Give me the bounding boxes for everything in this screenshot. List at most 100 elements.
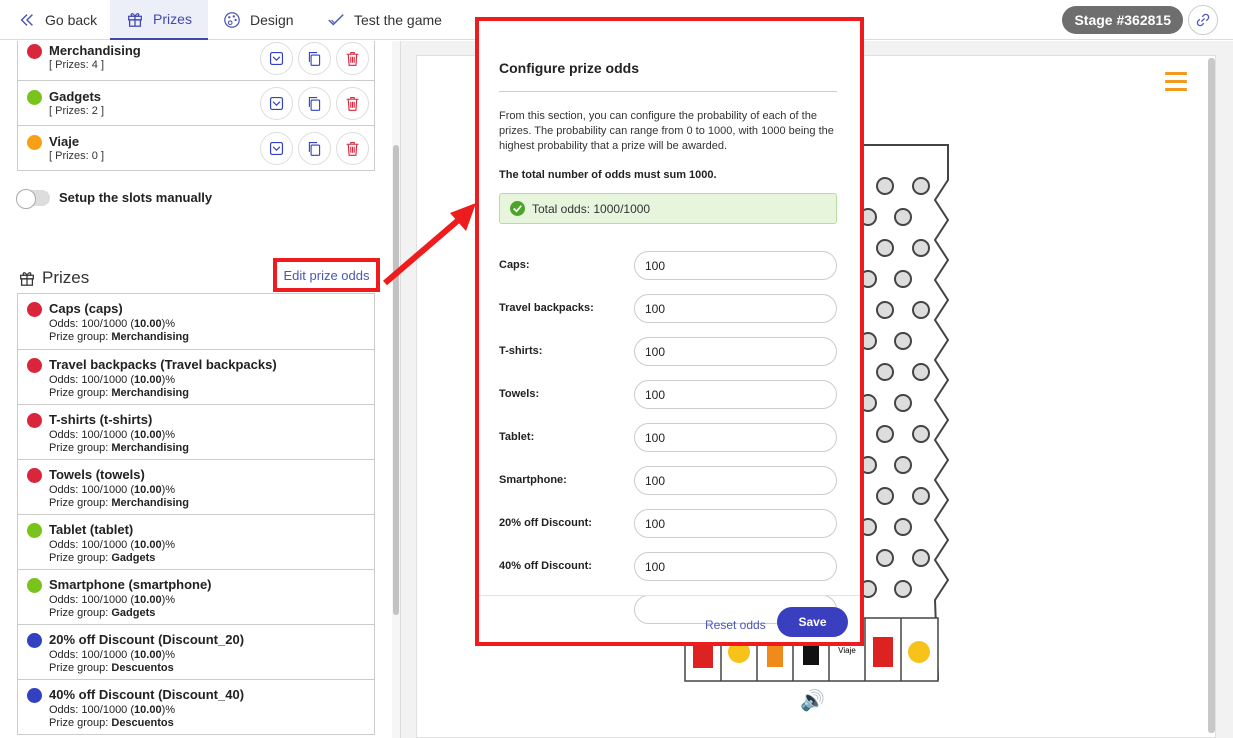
go-back-button[interactable]: Go back xyxy=(18,0,97,40)
reset-odds-button[interactable]: Reset odds xyxy=(705,618,766,632)
prize-row[interactable]: Smartphone (smartphone) Odds: 100/1000 (1… xyxy=(18,569,374,624)
prize-odds: Odds: 100/1000 (10.00)% xyxy=(49,594,176,606)
odds-value: 100/1000 xyxy=(81,374,128,386)
delete-group-button[interactable] xyxy=(336,42,369,75)
odds-value: 100/1000 xyxy=(81,594,128,606)
prize-odds: Odds: 100/1000 (10.00)% xyxy=(49,318,176,330)
edit-group-button[interactable] xyxy=(260,42,293,75)
plinko-peg xyxy=(894,580,912,598)
setup-slots-toggle[interactable] xyxy=(16,189,50,209)
link-button[interactable] xyxy=(1188,5,1218,35)
prize-odds: Odds: 100/1000 (10.00)% xyxy=(49,484,176,496)
plinko-peg xyxy=(876,549,894,567)
group-value: Descuentos xyxy=(111,717,174,729)
prize-row[interactable]: T-shirts (t-shirts) Odds: 100/1000 (10.00… xyxy=(18,404,374,459)
slot-prize-red-can xyxy=(873,637,893,667)
prize-color-dot xyxy=(27,358,42,373)
go-back-label: Go back xyxy=(45,12,98,28)
double-chevron-left-icon xyxy=(20,14,33,26)
odds-prefix: Odds: xyxy=(49,484,79,496)
duplicate-group-button[interactable] xyxy=(298,42,331,75)
prize-color-dot xyxy=(27,523,42,538)
odds-percent: 10.00 xyxy=(134,594,162,606)
prizes-title-text: Prizes xyxy=(42,268,90,287)
configure-odds-modal: Configure prize odds From this section, … xyxy=(475,17,864,646)
modal-description: From this section, you can configure the… xyxy=(499,110,834,152)
odds-row: Tablet: xyxy=(499,423,837,453)
group-value: Merchandising xyxy=(111,442,189,454)
plinko-peg xyxy=(912,301,930,319)
plinko-peg xyxy=(876,301,894,319)
odds-input[interactable] xyxy=(634,509,837,538)
group-row: Gadgets [ Prizes: 2 ] xyxy=(18,80,374,125)
odds-prefix: Odds: xyxy=(49,594,79,606)
odds-input[interactable] xyxy=(634,466,837,495)
prize-group: Prize group: Gadgets xyxy=(49,607,155,619)
tab-prizes[interactable]: Prizes xyxy=(110,0,208,40)
trash-icon xyxy=(346,96,359,111)
edit-group-button[interactable] xyxy=(260,87,293,120)
group-color-dot xyxy=(27,90,42,105)
speaker-icon[interactable]: 🔊 xyxy=(800,688,825,713)
preview-scrollbar[interactable] xyxy=(1208,58,1215,733)
save-button[interactable]: Save xyxy=(777,607,848,637)
odds-row: Travel backpacks: xyxy=(499,294,837,324)
odds-label: Caps: xyxy=(499,259,530,271)
delete-group-button[interactable] xyxy=(336,132,369,165)
prize-group: Prize group: Descuentos xyxy=(49,717,174,729)
odds-prefix: Odds: xyxy=(49,374,79,386)
group-prefix: Prize group: xyxy=(49,717,109,729)
odds-input[interactable] xyxy=(634,251,837,280)
prize-group: Prize group: Gadgets xyxy=(49,552,155,564)
odds-label: Tablet: xyxy=(499,431,535,443)
group-prefix: Prize group: xyxy=(49,607,109,619)
group-prefix: Prize group: xyxy=(49,662,109,674)
odds-input[interactable] xyxy=(634,337,837,366)
prize-row[interactable]: Towels (towels) Odds: 100/1000 (10.00)% Pr… xyxy=(18,459,374,514)
prize-odds: Odds: 100/1000 (10.00)% xyxy=(49,429,176,441)
prize-row[interactable]: Tablet (tablet) Odds: 100/1000 (10.00)% Pr… xyxy=(18,514,374,569)
odds-label: Smartphone: xyxy=(499,474,567,486)
plinko-peg xyxy=(912,487,930,505)
prize-group: Prize group: Merchandising xyxy=(49,442,189,454)
group-prefix: Prize group: xyxy=(49,497,109,509)
tab-test-game[interactable]: Test the game xyxy=(327,0,442,40)
odds-input[interactable] xyxy=(634,294,837,323)
edit-prize-odds-link[interactable]: Edit prize odds xyxy=(273,258,380,292)
chevron-down-box-icon xyxy=(269,141,284,156)
odds-row: Smartphone: xyxy=(499,466,837,496)
duplicate-group-button[interactable] xyxy=(298,87,331,120)
odds-prefix: Odds: xyxy=(49,539,79,551)
group-value: Gadgets xyxy=(111,552,156,564)
modal-footer-divider xyxy=(479,595,860,596)
odds-input[interactable] xyxy=(634,552,837,581)
tab-design[interactable]: Design xyxy=(223,0,294,40)
plinko-peg xyxy=(876,363,894,381)
stage-badge[interactable]: Stage #362815 xyxy=(1062,6,1183,34)
odds-percent: 10.00 xyxy=(134,374,162,386)
prize-group: Prize group: Descuentos xyxy=(49,662,174,674)
plinko-peg xyxy=(894,270,912,288)
edit-group-button[interactable] xyxy=(260,132,293,165)
trash-icon xyxy=(346,51,359,66)
prize-odds: Odds: 100/1000 (10.00)% xyxy=(49,704,176,716)
prize-row[interactable]: 20% off Discount (Discount_20) Odds: 100/… xyxy=(18,624,374,679)
odds-label: T-shirts: xyxy=(499,345,543,357)
odds-percent: 10.00 xyxy=(134,704,162,716)
odds-row: 40% off Discount: xyxy=(499,552,837,582)
chevron-down-box-icon xyxy=(269,96,284,111)
odds-input[interactable] xyxy=(634,380,837,409)
odds-input[interactable] xyxy=(634,423,837,452)
delete-group-button[interactable] xyxy=(336,87,369,120)
odds-percent: 10.00 xyxy=(134,649,162,661)
odds-row: 20% off Discount: xyxy=(499,509,837,539)
prize-row[interactable]: Travel backpacks (Travel backpacks) Odds:… xyxy=(18,349,374,404)
duplicate-group-button[interactable] xyxy=(298,132,331,165)
prize-row[interactable]: Caps (caps) Odds: 100/1000 (10.00)% Prize … xyxy=(18,294,374,349)
odds-value: 100/1000 xyxy=(81,318,128,330)
prize-row[interactable]: 40% off Discount (Discount_40) Odds: 100/… xyxy=(18,679,374,734)
hamburger-menu-icon[interactable] xyxy=(1165,72,1187,96)
odds-label: 20% off Discount: xyxy=(499,517,592,529)
prize-name: Caps (caps) xyxy=(49,301,123,316)
group-prefix: Prize group: xyxy=(49,387,109,399)
